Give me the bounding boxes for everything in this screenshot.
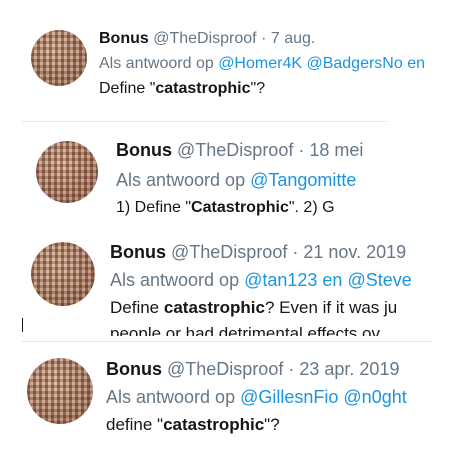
avatar[interactable] xyxy=(31,30,87,86)
author-name[interactable]: Bonus xyxy=(116,140,172,160)
reply-context: Als antwoord op @tan123 en @Steve xyxy=(110,270,412,291)
tweet-2[interactable]: Bonus @TheDisproof · 18 mei Als antwoord… xyxy=(0,126,387,228)
tweet-header: Bonus @TheDisproof · 21 nov. 2019 xyxy=(110,242,406,263)
tweet-text-part: ". 2) G xyxy=(288,199,335,216)
tweet-text-bold: Catastrophic xyxy=(191,199,289,216)
author-handle[interactable]: @TheDisproof xyxy=(167,359,283,379)
tweet-text-bold: catastrophic xyxy=(155,80,251,97)
divider xyxy=(22,341,432,342)
avatar[interactable] xyxy=(36,141,98,203)
avatar[interactable] xyxy=(31,242,95,306)
tweet-text-bold: catastrophic xyxy=(163,415,265,434)
reply-context: Als antwoord op @Tangomitte xyxy=(116,170,356,191)
tweet-date[interactable]: 7 aug. xyxy=(271,30,315,47)
mention-link[interactable]: @BadgersNo en xyxy=(306,55,425,72)
reply-prefix: Als antwoord op xyxy=(110,270,240,290)
separator: · xyxy=(288,359,295,379)
tweet-text-line2: people or had detrimental effects ov xyxy=(110,324,380,336)
tweet-date[interactable]: 21 nov. 2019 xyxy=(303,242,406,262)
reply-context: Als antwoord op @GillesnFio @n0ght xyxy=(106,387,407,408)
tweet-header: Bonus @TheDisproof · 7 aug. xyxy=(99,30,315,48)
author-name[interactable]: Bonus xyxy=(106,359,162,379)
tweet-date[interactable]: 23 apr. 2019 xyxy=(299,359,399,379)
tweet-text-part: "? xyxy=(264,415,280,434)
tweet-text-part: define " xyxy=(106,415,164,434)
author-handle[interactable]: @TheDisproof xyxy=(153,30,256,47)
reply-prefix: Als antwoord op xyxy=(116,170,246,190)
tweet-header: Bonus @TheDisproof · 18 mei xyxy=(116,140,363,161)
tweet-text: Define "catastrophic"? xyxy=(99,80,265,98)
tweet-date[interactable]: 18 mei xyxy=(309,140,363,160)
author-name[interactable]: Bonus xyxy=(110,242,166,262)
author-handle[interactable]: @TheDisproof xyxy=(171,242,287,262)
tweet-1[interactable]: Bonus @TheDisproof · 7 aug. Als antwoord… xyxy=(0,0,452,118)
reply-prefix: Als antwoord op xyxy=(99,55,214,72)
tweet-3[interactable]: Bonus @TheDisproof · 21 nov. 2019 Als an… xyxy=(0,236,432,336)
avatar[interactable] xyxy=(27,358,93,424)
tweet-text: define "catastrophic"? xyxy=(106,415,280,435)
reply-prefix: Als antwoord op xyxy=(106,387,236,407)
tweet-text-part: 1) Define " xyxy=(116,199,192,216)
separator: · xyxy=(292,242,299,262)
author-name[interactable]: Bonus xyxy=(99,30,149,47)
tweet-text-part: Define " xyxy=(99,80,156,97)
divider xyxy=(22,121,387,122)
tweet-text: 1) Define "Catastrophic". 2) G xyxy=(116,199,335,217)
tweet-4[interactable]: Bonus @TheDisproof · 23 apr. 2019 Als an… xyxy=(0,346,452,450)
tweet-text-part: ? Even if it was ju xyxy=(264,298,398,317)
text-cursor xyxy=(22,318,23,332)
mention-link[interactable]: @GillesnFio xyxy=(240,387,338,407)
separator: · xyxy=(261,30,267,47)
tweet-text-bold: catastrophic xyxy=(163,298,265,317)
mention-link[interactable]: @n0ght xyxy=(343,387,406,407)
tweet-text-part: "? xyxy=(250,80,266,97)
tweet-header: Bonus @TheDisproof · 23 apr. 2019 xyxy=(106,359,399,380)
mention-link[interactable]: @Homer4K xyxy=(218,55,302,72)
tweet-text: Define catastrophic? Even if it was ju xyxy=(110,298,397,318)
separator: · xyxy=(298,140,305,160)
mention-link[interactable]: @tan123 en @Steve xyxy=(244,270,412,290)
mention-link[interactable]: @Tangomitte xyxy=(250,170,356,190)
reply-context: Als antwoord op @Homer4K @BadgersNo en xyxy=(99,55,425,73)
author-handle[interactable]: @TheDisproof xyxy=(177,140,293,160)
tweet-text-part: Define xyxy=(110,298,164,317)
